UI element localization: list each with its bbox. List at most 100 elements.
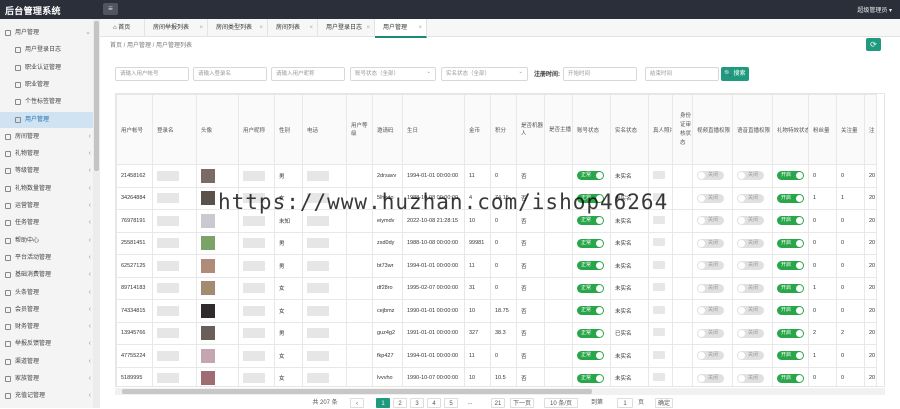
id-photo-button[interactable]: [653, 373, 665, 382]
video-toggle[interactable]: 关闭: [697, 193, 724, 203]
sidebar-item[interactable]: 会员管理 ‹: [0, 302, 93, 318]
voice-toggle[interactable]: 关闭: [737, 261, 764, 271]
table-scrollbar-thumb[interactable]: [122, 389, 592, 394]
voice-toggle[interactable]: 关闭: [737, 238, 764, 248]
filter-input[interactable]: 请输入用户昵称: [271, 67, 345, 81]
filter-input[interactable]: 请输入登录名: [193, 67, 267, 81]
id-photo-button[interactable]: [653, 283, 665, 292]
sidebar-item[interactable]: 平台活动管理 ‹: [0, 250, 93, 266]
sidebar-item[interactable]: 渠道管理 ‹: [0, 354, 93, 370]
filter-select[interactable]: 账号状态（全部）: [350, 66, 436, 81]
close-icon[interactable]: ×: [309, 19, 313, 37]
status-toggle[interactable]: 正常: [577, 373, 604, 383]
sidebar-item[interactable]: 帮助中心 ‹: [0, 233, 93, 249]
status-toggle[interactable]: 正常: [577, 261, 604, 271]
voice-toggle[interactable]: 关闭: [737, 373, 764, 383]
avatar[interactable]: [201, 281, 215, 296]
sidebar-item[interactable]: 房间管理 ‹: [0, 129, 93, 145]
sidebar-item[interactable]: 职业管理: [0, 77, 93, 93]
avatar[interactable]: [201, 213, 215, 228]
sidebar-item[interactable]: 职业认证管理: [0, 60, 93, 76]
tab[interactable]: 用户登录日志 ×: [318, 19, 375, 37]
close-icon[interactable]: ×: [259, 19, 263, 37]
voice-toggle[interactable]: 关闭: [737, 306, 764, 316]
voice-toggle[interactable]: 关闭: [737, 351, 764, 361]
filter-input[interactable]: 开始时间: [563, 67, 637, 81]
gift-toggle[interactable]: 开启: [777, 306, 804, 316]
sidebar-item[interactable]: 个性标签管理: [0, 94, 93, 110]
sidebar-item[interactable]: 基础消费管理 ‹: [0, 267, 93, 283]
refresh-icon[interactable]: ⟳: [866, 38, 881, 51]
video-toggle[interactable]: 关闭: [697, 261, 724, 271]
voice-toggle[interactable]: 关闭: [737, 328, 764, 338]
id-photo-button[interactable]: [653, 305, 665, 314]
search-button[interactable]: 🔍 搜索: [721, 67, 749, 81]
video-toggle[interactable]: 关闭: [697, 351, 724, 361]
id-photo-button[interactable]: [653, 328, 665, 337]
menu-icon[interactable]: ≡: [103, 3, 118, 15]
voice-toggle[interactable]: 关闭: [737, 216, 764, 226]
video-toggle[interactable]: 关闭: [697, 306, 724, 316]
tab[interactable]: 用户管理 ×: [375, 19, 427, 38]
id-photo-button[interactable]: [653, 238, 665, 247]
close-icon[interactable]: ×: [418, 19, 422, 37]
sidebar-scrollbar-thumb[interactable]: [94, 21, 99, 171]
gift-toggle[interactable]: 开启: [777, 216, 804, 226]
id-photo-button[interactable]: [653, 260, 665, 269]
gift-toggle[interactable]: 开启: [777, 283, 804, 293]
avatar[interactable]: [201, 236, 215, 251]
gift-toggle[interactable]: 开启: [777, 171, 804, 181]
gift-toggle[interactable]: 开启: [777, 193, 804, 203]
sidebar-item[interactable]: 用户管理: [0, 111, 93, 128]
avatar[interactable]: [201, 258, 215, 273]
id-photo-button[interactable]: [653, 215, 665, 224]
voice-toggle[interactable]: 关闭: [737, 193, 764, 203]
avatar[interactable]: [201, 191, 215, 206]
next-page-button[interactable]: 下一页: [510, 398, 534, 408]
gift-toggle[interactable]: 开启: [777, 373, 804, 383]
user-menu[interactable]: 超级管理员 ▾: [857, 5, 892, 14]
status-toggle[interactable]: 正常: [577, 238, 604, 248]
avatar[interactable]: [201, 303, 215, 318]
avatar[interactable]: [201, 326, 215, 341]
sidebar-item[interactable]: 任务管理 ‹: [0, 215, 93, 231]
gift-toggle[interactable]: 开启: [777, 261, 804, 271]
close-icon[interactable]: ×: [366, 19, 370, 37]
video-toggle[interactable]: 关闭: [697, 238, 724, 248]
sidebar-item[interactable]: 用户管理 ⌄: [0, 25, 93, 41]
avatar[interactable]: [201, 168, 215, 183]
sidebar-item[interactable]: 礼物数量管理 ‹: [0, 181, 93, 197]
page-button[interactable]: 4: [427, 398, 441, 408]
sidebar-item[interactable]: 等级管理 ‹: [0, 163, 93, 179]
voice-toggle[interactable]: 关闭: [737, 283, 764, 293]
status-toggle[interactable]: 正常: [577, 216, 604, 226]
status-toggle[interactable]: 正常: [577, 283, 604, 293]
sidebar-item[interactable]: 礼物管理 ‹: [0, 146, 93, 162]
filter-input[interactable]: 结束时间: [645, 67, 719, 81]
video-toggle[interactable]: 关闭: [697, 171, 724, 181]
gift-toggle[interactable]: 开启: [777, 351, 804, 361]
sidebar-item[interactable]: 充值记管理 ‹: [0, 388, 93, 404]
sidebar-item[interactable]: 头条管理 ‹: [0, 285, 93, 301]
tab[interactable]: 房间举报列表 ×: [145, 19, 208, 37]
tab[interactable]: 房间列表 ×: [268, 19, 318, 37]
page-button[interactable]: 5: [444, 398, 458, 408]
video-toggle[interactable]: 关闭: [697, 373, 724, 383]
page-input[interactable]: 1: [617, 398, 633, 408]
sidebar-item[interactable]: 运营管理 ‹: [0, 198, 93, 214]
avatar[interactable]: [201, 371, 215, 386]
page-button[interactable]: 3: [410, 398, 424, 408]
video-toggle[interactable]: 关闭: [697, 328, 724, 338]
tab[interactable]: ⌂ 首页: [105, 19, 145, 37]
page-button[interactable]: 21: [491, 398, 505, 408]
prev-page-button[interactable]: ‹: [350, 398, 364, 408]
status-toggle[interactable]: 正常: [577, 306, 604, 316]
id-photo-button[interactable]: [653, 350, 665, 359]
sidebar-item[interactable]: 用户登录日志: [0, 42, 93, 58]
status-toggle[interactable]: 正常: [577, 351, 604, 361]
sidebar-item[interactable]: 家族管理 ‹: [0, 371, 93, 387]
status-toggle[interactable]: 正常: [577, 171, 604, 181]
sidebar-item[interactable]: 举报反馈管理 ‹: [0, 336, 93, 352]
tab[interactable]: 房间类型列表 ×: [208, 19, 268, 37]
close-icon[interactable]: ×: [199, 19, 203, 37]
